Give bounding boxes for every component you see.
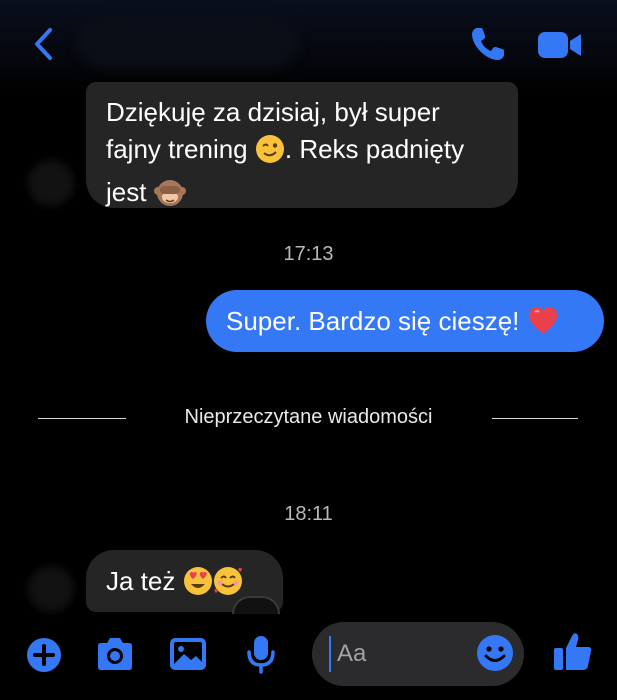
video-call-button[interactable] (536, 28, 584, 62)
heart-eyes-emoji (183, 566, 213, 606)
divider-line-right (492, 418, 578, 419)
conversation-header (0, 0, 617, 90)
image-icon (170, 638, 206, 670)
wink-emoji (255, 134, 285, 174)
video-camera-icon (538, 32, 581, 58)
see-no-evil-monkey-emoji (153, 177, 186, 217)
gallery-button[interactable] (168, 636, 208, 672)
red-heart-emoji (527, 306, 559, 344)
contact-avatar[interactable] (28, 566, 74, 612)
back-button[interactable] (28, 24, 60, 64)
thumbs-up-icon (554, 633, 592, 670)
timestamp: 18:11 (284, 503, 333, 525)
like-button[interactable] (552, 630, 594, 672)
voice-message-button[interactable] (246, 634, 276, 674)
outgoing-message-bubble[interactable]: Super. Bardzo się cieszę! (206, 290, 604, 352)
timestamp: 17:13 (283, 243, 334, 265)
microphone-icon (247, 636, 275, 674)
call-button[interactable] (468, 24, 508, 64)
smiley-icon (477, 635, 513, 671)
plus-icon (27, 638, 61, 672)
more-actions-button[interactable] (26, 637, 62, 673)
incoming-message-bubble[interactable]: Dziękuję za dzisiaj, był super fajny tre… (86, 82, 518, 208)
message-line: jest (106, 174, 498, 217)
composer-bar (0, 612, 617, 700)
contact-avatar-blurred[interactable] (78, 16, 298, 68)
chevron-left-icon (35, 28, 52, 60)
contact-avatar[interactable] (28, 160, 74, 206)
message-input-placeholder: Aa (337, 640, 367, 667)
camera-icon (98, 638, 132, 670)
emoji-button[interactable] (476, 634, 514, 672)
message-line: fajny trening . Reks padnięty (106, 131, 498, 174)
message-line: Dziękuję za dzisiaj, był super (106, 97, 440, 127)
phone-icon (472, 28, 504, 60)
camera-button[interactable] (94, 636, 136, 672)
text-cursor (329, 636, 331, 672)
